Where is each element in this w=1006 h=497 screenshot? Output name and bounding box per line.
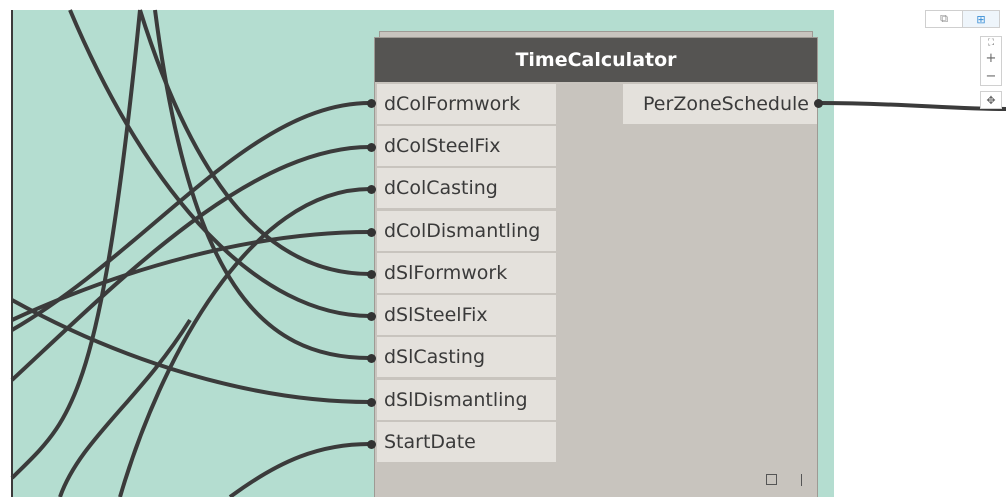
wire-dSlCasting <box>153 9 371 360</box>
zoom-fit-icon[interactable]: ⛶ <box>988 38 994 48</box>
connector-dot-StartDate[interactable] <box>367 440 376 449</box>
wire-StartDate <box>228 442 371 497</box>
timecalculator-node[interactable]: TimeCalculator dColFormwork dColSteelFix… <box>375 38 817 497</box>
wire-dSlSteelFix <box>68 9 371 318</box>
input-port-dColSteelFix[interactable]: dColSteelFix <box>377 126 556 166</box>
input-port-dSlDismantling[interactable]: dSlDismantling <box>377 380 556 420</box>
preview-toggle-icon[interactable] <box>766 474 777 485</box>
input-port-dColCasting[interactable]: dColCasting <box>377 168 556 208</box>
connector-dot-dSlFormwork[interactable] <box>367 270 376 279</box>
pan-button[interactable]: ✥ <box>980 91 1002 109</box>
zoom-out-icon[interactable]: − <box>986 69 997 84</box>
output-port-PerZoneSchedule[interactable]: PerZoneSchedule <box>623 84 817 124</box>
input-port-dSlFormwork[interactable]: dSlFormwork <box>377 253 556 293</box>
connector-dot-dSlDismantling[interactable] <box>367 398 376 407</box>
input-port-dColDismantling[interactable]: dColDismantling <box>377 211 556 251</box>
input-port-dColFormwork[interactable]: dColFormwork <box>377 84 556 124</box>
zoom-controls: ⛶ + − <box>980 36 1002 86</box>
connector-dot-dColCasting[interactable] <box>367 185 376 194</box>
connector-dot-dColDismantling[interactable] <box>367 228 376 237</box>
input-port-dSlCasting[interactable]: dSlCasting <box>377 337 556 377</box>
wire-PerZoneSchedule <box>819 101 1006 111</box>
zoom-in-icon[interactable]: + <box>986 51 997 66</box>
graph-view-button[interactable]: ⊞ <box>962 10 1000 28</box>
connector-dot-dSlCasting[interactable] <box>367 354 376 363</box>
connector-dot-dSlSteelFix[interactable] <box>367 312 376 321</box>
input-port-dSlSteelFix[interactable]: dSlSteelFix <box>377 295 556 335</box>
connector-dot-dColSteelFix[interactable] <box>367 143 376 152</box>
graph-view-icon: ⊞ <box>976 12 986 26</box>
workspace-canvas[interactable]: TimeCalculator dColFormwork dColSteelFix… <box>0 0 1006 497</box>
pan-icon: ✥ <box>986 93 996 107</box>
wire-dColCasting <box>118 187 371 497</box>
connector-dot-PerZoneSchedule[interactable] <box>814 99 823 108</box>
node-resize-handle[interactable] <box>801 474 802 486</box>
wire-extra-2 <box>58 318 192 497</box>
geometry-view-icon: ⧉ <box>940 12 948 25</box>
node-title[interactable]: TimeCalculator <box>375 38 817 82</box>
connector-dot-dColFormwork[interactable] <box>367 99 376 108</box>
input-port-StartDate[interactable]: StartDate <box>377 422 556 462</box>
geometry-view-button[interactable]: ⧉ <box>925 10 963 28</box>
